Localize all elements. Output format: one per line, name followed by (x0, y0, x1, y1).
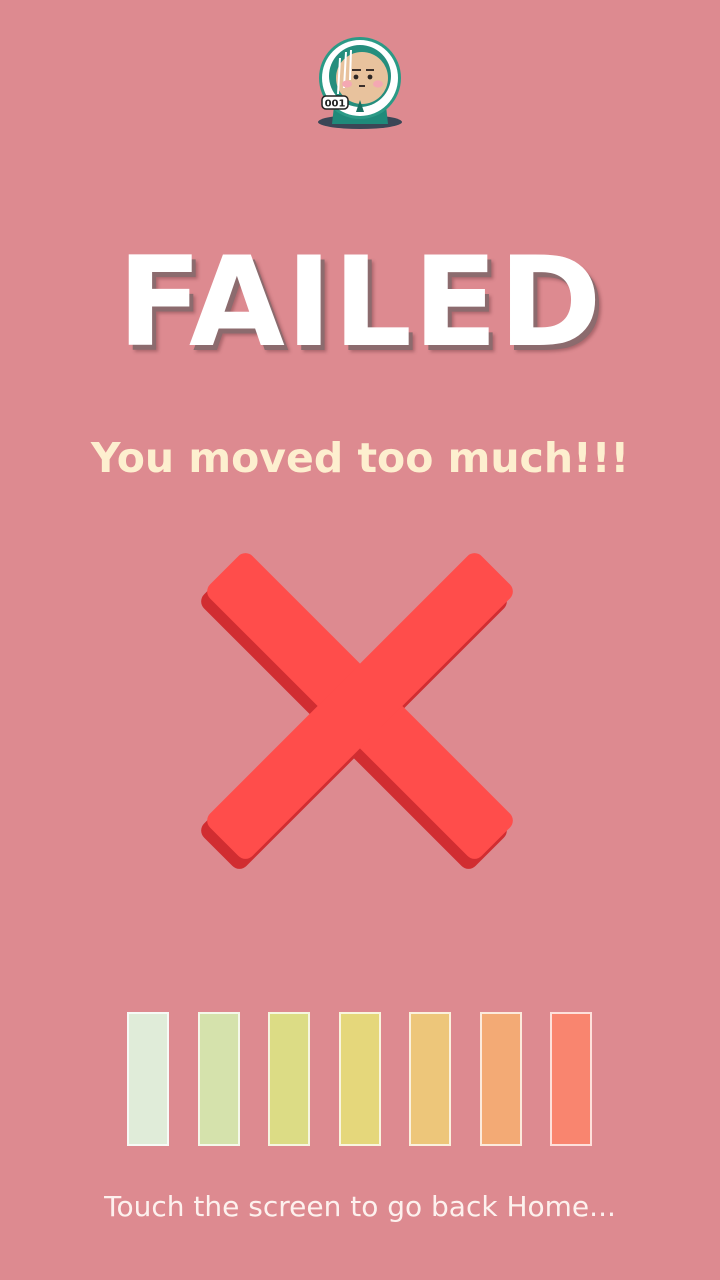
player-avatar-icon: 001 (318, 37, 402, 129)
progress-bar-1 (127, 1012, 169, 1146)
failed-screen[interactable]: 001 FAILED You moved too much!!! Touch t… (0, 0, 720, 1280)
progress-bars (127, 1012, 593, 1146)
x-mark-icon (201, 553, 513, 869)
progress-bar-7 (550, 1012, 592, 1146)
progress-bar-4 (339, 1012, 381, 1146)
progress-bar-6 (480, 1012, 522, 1146)
avatar-badge-number: 001 (325, 99, 346, 110)
progress-bar-5 (409, 1012, 451, 1146)
back-home-hint: Touch the screen to go back Home... (104, 1190, 616, 1223)
failure-message: You moved too much!!! (90, 434, 630, 482)
progress-bar-2 (198, 1012, 240, 1146)
progress-bar-3 (268, 1012, 310, 1146)
failed-title: FAILED (117, 231, 603, 375)
